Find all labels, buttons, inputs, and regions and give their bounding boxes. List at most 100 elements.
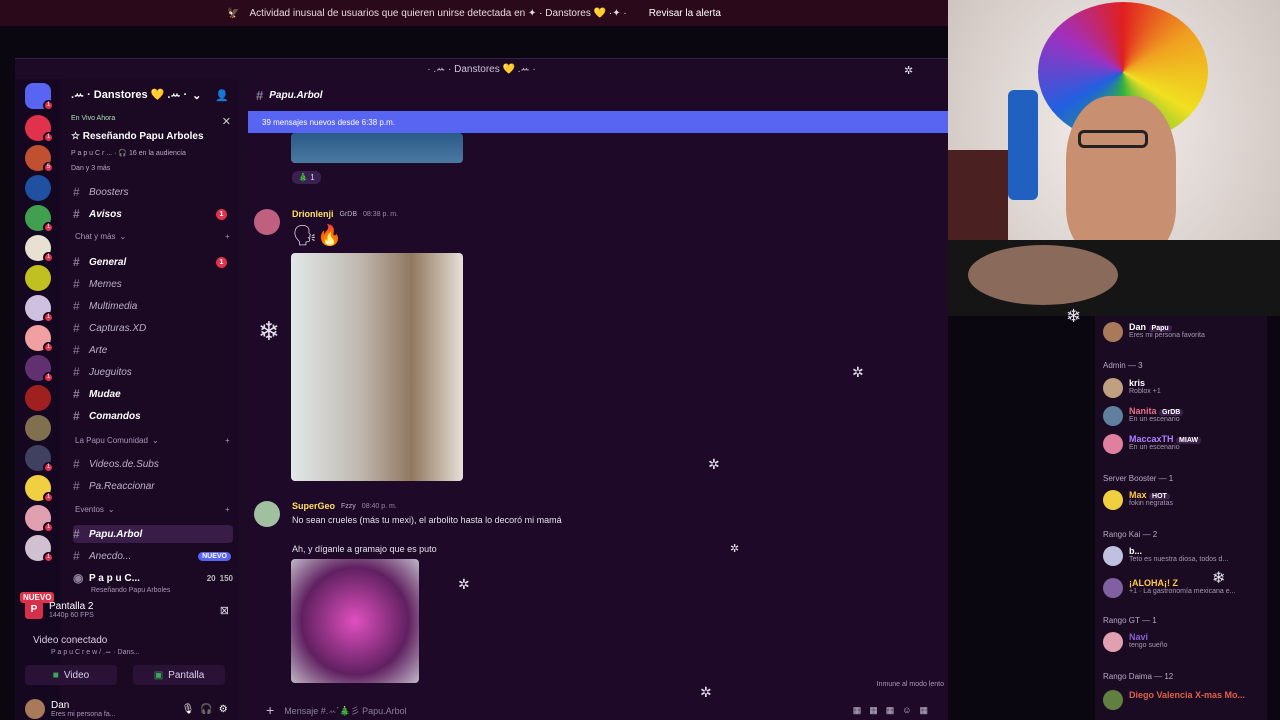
channel-item[interactable]: # Videos.de.Subs (73, 455, 233, 473)
pink-tree-image[interactable] (291, 559, 419, 683)
gear-icon[interactable]: ⚙ (219, 704, 228, 715)
webcam-chair (1008, 90, 1038, 200)
close-icon[interactable]: ✕ (222, 115, 231, 128)
channel-label: Arte (89, 344, 108, 356)
add-channel-icon[interactable]: + (225, 505, 230, 514)
author-name[interactable]: SuperGeo (292, 501, 335, 511)
member-status: En un escenario (1129, 444, 1180, 451)
add-channel-icon[interactable]: + (225, 232, 230, 241)
member-list: Dan Papu Eres mi persona favorita Admin … (1095, 316, 1267, 720)
stop-stream-icon[interactable]: ⊠ (220, 604, 229, 617)
member-item[interactable]: Navi tengo sueño (1103, 632, 1168, 652)
live-label: En Vivo Ahora (71, 115, 116, 122)
channel-label: General (89, 256, 127, 268)
channel-item[interactable]: # Anecdo... NUEVO (73, 547, 233, 565)
channel-item[interactable]: # General 1 (73, 253, 233, 271)
server-icon[interactable]: 1 (25, 505, 54, 533)
channel-category[interactable]: La Papu Comunidad ⌄ + (75, 436, 230, 445)
server-icon[interactable] (25, 175, 51, 201)
member-item[interactable]: b... Teto es nuestra diosa, todos d... (1103, 546, 1228, 566)
channel-label: Papu.Arbol (89, 528, 143, 540)
attachment-image[interactable] (291, 133, 463, 163)
channel-item[interactable]: # Multimedia (73, 297, 233, 315)
server-header[interactable]: .ꕀ · Danstores 💛 .ꕀ · ⌄ 👤 (61, 79, 239, 111)
channel-item[interactable]: # Arte (73, 341, 233, 359)
hash-icon: # (256, 87, 264, 103)
message-input[interactable]: + Mensaje #.ꕀ´🎄彡 Papu.Arbol ▦▦▦☺▦ (256, 697, 946, 720)
member-item[interactable]: Nanita GrDB En un escenario (1103, 406, 1184, 426)
video-button[interactable]: ■ Video (25, 665, 117, 685)
member-name: kris (1129, 378, 1146, 388)
server-icon[interactable] (25, 415, 51, 441)
member-item[interactable]: Diego Valencia X-mas Mo... (1103, 690, 1245, 710)
channel-item[interactable]: # Avisos 1 (73, 205, 233, 223)
server-icon[interactable]: 1 (25, 535, 54, 563)
channel-item[interactable]: # Mudae (73, 385, 233, 403)
channel-item[interactable]: # Jueguitos (73, 363, 233, 381)
live-host-line: P a p u C r ... · 🎧 16 en la audiencia (71, 150, 186, 157)
add-user-icon[interactable]: 👤 (215, 89, 229, 102)
headphones-icon[interactable]: 🎧 (200, 704, 212, 715)
server-icon[interactable]: 1 (25, 475, 54, 503)
channel-label: Multimedia (89, 300, 138, 312)
screen-button[interactable]: ▣ Pantalla (133, 665, 225, 685)
user-panel[interactable]: Dan Eres mi persona fa... 🎙 🎧 ⚙ (25, 699, 228, 719)
hash-icon: # (73, 299, 80, 313)
input-tools-icon[interactable]: ▦▦▦☺▦ (853, 705, 936, 716)
snowflake-icon: ❄ (1212, 570, 1226, 587)
stream-meta: 1440p 60 FPS (49, 612, 94, 619)
snowflake-icon: ✲ (730, 543, 740, 555)
voice-channel[interactable]: ◉ P a p u C... 20 150 (73, 569, 233, 587)
server-icon[interactable]: 1 (25, 325, 54, 353)
server-icon[interactable]: 1 (25, 295, 54, 323)
hash-icon: # (73, 549, 80, 563)
discord-home-icon[interactable]: 1 (25, 83, 54, 111)
review-alert-button[interactable]: Revisar la alerta (649, 8, 721, 19)
avatar (1103, 434, 1123, 454)
channel-category[interactable]: Chat y más ⌄ + (75, 232, 230, 241)
reaction[interactable]: 🎄 1 (292, 171, 321, 184)
channel-item[interactable]: # Memes (73, 275, 233, 293)
server-icon[interactable]: 1 (25, 205, 54, 233)
server-icon[interactable]: 1 (25, 115, 54, 143)
server-icon[interactable] (25, 385, 51, 411)
mic-icon[interactable]: 🎙 (182, 704, 195, 715)
plus-icon[interactable]: + (266, 702, 274, 718)
hash-icon: # (73, 185, 80, 199)
server-icon[interactable]: 1 (25, 235, 54, 263)
channel-item[interactable]: # Pa.Reaccionar (73, 477, 233, 495)
food-plate (968, 245, 1118, 305)
member-status: Teto es nuestra diosa, todos d... (1129, 556, 1229, 563)
channel-item[interactable]: # Boosters (73, 183, 233, 201)
screen: 🦅 Actividad inusual de usuarios que quie… (0, 0, 1280, 720)
avatar[interactable] (254, 501, 280, 527)
hash-icon: # (73, 457, 80, 471)
christmas-tree-image[interactable] (291, 253, 463, 481)
server-icon[interactable] (25, 265, 51, 291)
member-item[interactable]: Max HOT fokin negratas (1103, 490, 1173, 510)
channel-category[interactable]: Eventos ⌄ + (75, 505, 230, 514)
hash-icon: # (73, 527, 80, 541)
message-header: SuperGeo Fzzy 08:40 p. m. (292, 501, 397, 511)
author-name[interactable]: Drionlenji (292, 209, 334, 219)
member-item[interactable]: MaccaxTH MIAW En un escenario (1103, 434, 1202, 454)
user-name: Dan (51, 700, 70, 711)
category-label: Eventos (75, 505, 104, 514)
unread-badge: 1 (216, 208, 227, 220)
member-item[interactable]: Dan Papu Eres mi persona favorita (1103, 322, 1205, 342)
live-title[interactable]: ☆ Reseñando Papu Arboles (71, 131, 204, 142)
member-name: Nanita GrDB (1129, 406, 1184, 416)
channel-title: Papu.Arbol (269, 89, 323, 101)
server-icon[interactable]: 5 (25, 145, 54, 173)
server-icon[interactable]: 1 (25, 445, 54, 473)
timestamp: 08:40 p. m. (361, 502, 397, 510)
avatar[interactable] (254, 209, 280, 235)
channel-item[interactable]: # Comandos (73, 407, 233, 425)
add-channel-icon[interactable]: + (225, 436, 230, 445)
section-admin: Admin — 3 (1103, 361, 1143, 370)
member-item[interactable]: kris Roblox +1 (1103, 378, 1161, 398)
channel-item[interactable]: # Capturas.XD (73, 319, 233, 337)
new-messages-bar[interactable]: 39 mensajes nuevos desde 6:38 p.m. (248, 111, 948, 133)
server-icon[interactable]: 1 (25, 355, 54, 383)
channel-item[interactable]: # Papu.Arbol (73, 525, 233, 543)
